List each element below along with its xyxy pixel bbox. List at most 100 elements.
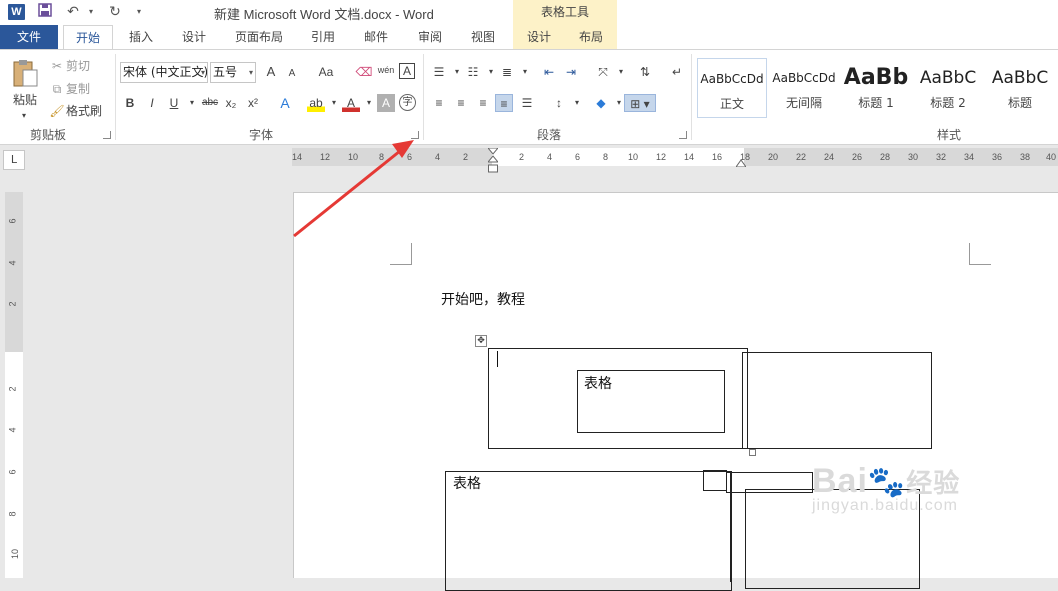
tab-file[interactable]: 文件 bbox=[0, 25, 58, 49]
character-border-icon[interactable]: A bbox=[399, 63, 415, 79]
ruler-label: 26 bbox=[852, 152, 863, 162]
borders-icon[interactable]: ⊞ ▾ bbox=[624, 94, 656, 112]
cut-icon[interactable]: ✂ bbox=[48, 57, 66, 75]
distributed-icon[interactable]: ☰ bbox=[518, 94, 536, 112]
format-painter-icon[interactable]: 🖌 bbox=[48, 102, 66, 120]
align-left-icon[interactable]: ≡ bbox=[430, 94, 448, 112]
table-resize-handle-icon[interactable] bbox=[749, 449, 756, 456]
tab-selector[interactable]: L bbox=[3, 150, 25, 170]
tab-home[interactable]: 开始 bbox=[63, 25, 113, 49]
ruler-label: 14 bbox=[684, 152, 695, 162]
tab-insert[interactable]: 插入 bbox=[120, 25, 162, 49]
paragraph-launcher-icon[interactable] bbox=[679, 131, 687, 139]
superscript-icon[interactable]: x² bbox=[244, 94, 262, 112]
copy-button[interactable]: 复制 bbox=[66, 79, 96, 99]
grow-font-icon[interactable]: A bbox=[262, 63, 280, 81]
copy-icon[interactable]: ⧉ bbox=[48, 80, 66, 98]
style-heading-1[interactable]: AaBb 标题 1 bbox=[841, 58, 911, 118]
table-cell-small[interactable] bbox=[703, 470, 727, 491]
ruler-label: 38 bbox=[1020, 152, 1031, 162]
chevron-down-icon: ▾ bbox=[200, 68, 205, 77]
sort-icon[interactable]: ⇅ bbox=[636, 63, 654, 81]
tab-table-layout[interactable]: 布局 bbox=[565, 25, 617, 49]
watermark-brand: Bai bbox=[812, 462, 868, 500]
chevron-down-icon[interactable]: ▾ bbox=[360, 94, 378, 112]
word-app-icon[interactable]: W bbox=[8, 4, 25, 20]
ruler-label: 28 bbox=[880, 152, 891, 162]
change-case-icon[interactable]: Aa bbox=[313, 63, 339, 81]
table-cell-text[interactable]: 表格 bbox=[453, 473, 481, 493]
ruler-label: 16 bbox=[712, 152, 723, 162]
bullets-icon[interactable]: ☰ bbox=[430, 63, 448, 81]
style-heading-2[interactable]: AaBbC 标题 2 bbox=[913, 58, 983, 118]
chevron-down-icon[interactable]: ▾ bbox=[325, 94, 343, 112]
justify-icon[interactable]: ≡ bbox=[495, 94, 513, 112]
tab-mailings[interactable]: 邮件 bbox=[354, 25, 398, 49]
chevron-down-icon[interactable]: ▾ bbox=[568, 94, 586, 112]
bold-icon[interactable]: B bbox=[121, 94, 139, 112]
increase-indent-icon[interactable]: ⇥ bbox=[562, 63, 580, 81]
font-size-combo[interactable]: 五号 ▾ bbox=[210, 62, 256, 83]
save-icon[interactable] bbox=[36, 3, 54, 21]
chinese-layout-icon[interactable]: ⤧ bbox=[594, 63, 612, 81]
redo-icon[interactable]: ↻ bbox=[106, 3, 124, 21]
highlight-icon[interactable]: ab bbox=[307, 94, 325, 112]
clear-formatting-icon[interactable]: ⌫ bbox=[355, 63, 373, 81]
center-icon[interactable]: ≡ bbox=[452, 94, 470, 112]
enclose-characters-icon[interactable]: 字 bbox=[399, 94, 416, 111]
shrink-font-icon[interactable]: A bbox=[283, 65, 301, 83]
numbering-icon[interactable]: ☷ bbox=[464, 63, 482, 81]
subscript-icon[interactable]: x₂ bbox=[222, 94, 240, 112]
tab-page-layout[interactable]: 页面布局 bbox=[226, 25, 292, 49]
character-shading-icon[interactable]: A bbox=[377, 94, 395, 112]
cut-button[interactable]: 剪切 bbox=[66, 56, 96, 76]
right-indent-marker-icon[interactable] bbox=[735, 156, 747, 168]
align-right-icon[interactable]: ≡ bbox=[474, 94, 492, 112]
undo-icon[interactable]: ↶ bbox=[64, 3, 82, 21]
paste-dropdown-icon[interactable]: ▾ bbox=[14, 106, 34, 126]
font-color-icon[interactable]: A bbox=[342, 94, 360, 112]
chevron-down-icon[interactable]: ▾ bbox=[612, 63, 630, 81]
tab-table-design[interactable]: 设计 bbox=[513, 25, 565, 49]
font-name-combo[interactable]: 宋体 (中文正文) ▾ bbox=[120, 62, 208, 83]
margin-corner-mark bbox=[390, 243, 412, 265]
ruler-label: 6 bbox=[575, 152, 581, 162]
line-spacing-icon[interactable]: ↕ bbox=[550, 94, 568, 112]
table-outer-2[interactable] bbox=[742, 352, 932, 449]
format-painter-button[interactable]: 格式刷 bbox=[66, 101, 106, 121]
paw-icon: 🐾 bbox=[867, 466, 907, 499]
show-marks-icon[interactable]: ↵ bbox=[668, 63, 686, 81]
style-normal[interactable]: AaBbCcDd 正文 bbox=[697, 58, 767, 118]
customize-icon[interactable]: ▾ bbox=[130, 3, 148, 21]
font-dialog-launcher-icon[interactable] bbox=[411, 131, 419, 139]
text-effects-icon[interactable]: A bbox=[276, 94, 294, 112]
shading-icon[interactable]: ◆ bbox=[592, 94, 610, 112]
undo-dropdown-icon[interactable]: ▾ bbox=[82, 3, 100, 21]
style-no-spacing[interactable]: AaBbCcDd 无间隔 bbox=[769, 58, 839, 118]
tab-references[interactable]: 引用 bbox=[302, 25, 344, 49]
ruler-label: 12 bbox=[656, 152, 667, 162]
decrease-indent-icon[interactable]: ⇤ bbox=[540, 63, 558, 81]
chevron-down-icon[interactable]: ▾ bbox=[516, 63, 534, 81]
tab-view[interactable]: 视图 bbox=[461, 25, 505, 49]
document-page[interactable]: 开始吧，教程 ✥ 表格 表格 bbox=[293, 192, 1058, 591]
italic-icon[interactable]: I bbox=[143, 94, 161, 112]
table-move-handle-icon[interactable]: ✥ bbox=[475, 335, 487, 347]
table-cell-text[interactable]: 表格 bbox=[584, 373, 612, 393]
table-outer-3[interactable] bbox=[445, 471, 732, 591]
ruler-label: 20 bbox=[768, 152, 779, 162]
phonetic-guide-icon[interactable]: wén bbox=[377, 61, 395, 79]
indent-marker-icon[interactable] bbox=[486, 147, 500, 174]
vertical-ruler[interactable]: 6 4 2 2 4 6 8 10 bbox=[5, 192, 23, 578]
multilevel-list-icon[interactable]: ≣ bbox=[498, 63, 516, 81]
paste-icon[interactable] bbox=[10, 58, 40, 90]
underline-icon[interactable]: U bbox=[165, 94, 183, 112]
strikethrough-icon[interactable]: abc bbox=[199, 94, 221, 112]
style-title[interactable]: AaBbC 标题 bbox=[985, 58, 1055, 118]
paragraph-text[interactable]: 开始吧，教程 bbox=[441, 289, 525, 309]
tab-review[interactable]: 审阅 bbox=[408, 25, 452, 49]
ruler-label: 36 bbox=[992, 152, 1003, 162]
horizontal-ruler[interactable]: 14 12 10 8 6 4 2 2 4 6 8 10 12 14 16 18 … bbox=[292, 147, 1058, 173]
clipboard-launcher-icon[interactable] bbox=[103, 131, 111, 139]
tab-design[interactable]: 设计 bbox=[172, 25, 216, 49]
